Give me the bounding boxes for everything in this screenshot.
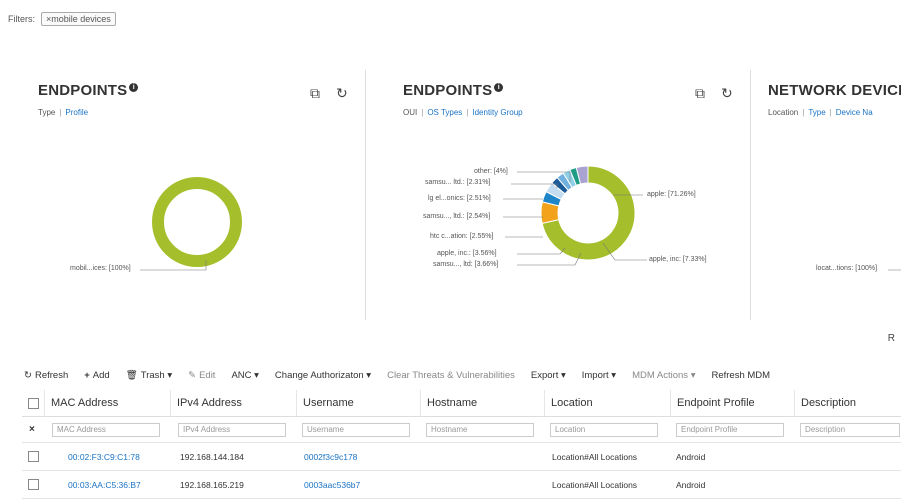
column-header-endpoint-profile[interactable]: Endpoint Profile [670,390,794,416]
column-header-location[interactable]: Location [544,390,670,416]
ipv4-cell: 192.168.165.219 [180,479,244,490]
anc-dropdown[interactable]: ANC ▾ [231,370,258,381]
network-device-dashlet: NETWORK DEVICE Location | Type | Device Na l… [750,70,901,320]
add-button[interactable]: + Add [84,370,109,381]
change-authorization-dropdown[interactable]: Change Authorizaton ▾ [275,370,371,381]
column-header-username[interactable]: Username [296,390,420,416]
donut-chart [140,177,242,271]
refresh-mdm-button[interactable]: Refresh MDM [711,370,770,381]
slice-label-samsung-3: samsu..., ltd: [3.66%] [433,261,499,268]
donut-slices [152,177,242,267]
edit-button[interactable]: ✎ Edit [188,370,215,381]
location-cell: Location#All Locations [552,451,638,462]
filter-username[interactable]: Username [302,417,410,442]
slice-label-samsung-2: samsu..., ltd.: [2.54%] [423,213,491,220]
refresh-icon: ↻ [24,369,32,381]
import-dropdown[interactable]: Import ▾ [582,370,616,381]
row-checkbox[interactable] [28,471,39,498]
donut-slices [540,165,636,261]
row-checkbox[interactable] [28,443,39,470]
export-dropdown[interactable]: Export ▾ [531,370,566,381]
endpoints-table: MAC Address IPv4 Address Username Hostna… [22,390,901,499]
trash-icon: 🗑 [125,369,138,381]
table-row[interactable]: 00:02:F3:C9:C1:78 192.168.144.184 0002f3… [22,443,901,471]
slice-label-htc: htc c...ation: [2.55%] [430,233,494,240]
trash-button[interactable]: 🗑 Trash ▾ [126,370,172,381]
refresh-button[interactable]: ↻ Refresh [24,370,68,381]
clear-threats-button[interactable]: Clear Threats & Vulnerabilities [387,370,515,381]
filter-row: × MAC Address IPv4 Address Username Host… [22,417,901,443]
location-cell: Location#All Locations [552,479,638,490]
slice-label-other: other: [4%] [474,168,508,175]
filter-location[interactable]: Location [550,417,658,442]
username-link[interactable]: 0003aac536b7 [304,471,360,498]
filter-mac[interactable]: MAC Address [52,417,160,442]
donut-chart [888,269,901,271]
endpoints-type-dashlet: ENDPOINTS i Type | Profile ⧉ ↻ mobil...ices… [20,70,365,320]
donut-slice-mobil-ices[interactable] [152,177,242,267]
select-all-checkbox[interactable] [22,390,44,416]
filter-endpoint-profile[interactable]: Endpoint Profile [676,417,784,442]
username-link[interactable]: 0002f3c9c178 [304,443,357,470]
ipv4-cell: 192.168.144.184 [180,451,244,462]
table-header-row: MAC Address IPv4 Address Username Hostna… [22,390,901,417]
slice-label-lg: lg el...onics: [2.51%] [428,195,491,202]
filter-chip-mobile-devices[interactable]: ×mobile devices [41,12,116,26]
filters-label: Filters: [8,14,35,24]
slice-label-apple-inc-2: apple, inc.: [3.56%] [437,250,497,257]
clear-filter-icon[interactable]: × [29,417,35,442]
slice-label: mobil...ices: [100%] [70,265,131,272]
profile-cell: Android [676,479,706,490]
filter-hostname[interactable]: Hostname [426,417,534,442]
slice-label-samsung-1: samsu... ltd.: [2.31%] [425,179,491,186]
filter-description[interactable]: Description [800,417,900,442]
column-header-description[interactable]: Description [794,390,901,416]
filters-bar: Filters: ×mobile devices [8,12,116,26]
dashlets-area: ENDPOINTS i Type | Profile ⧉ ↻ mobil...ices… [20,70,901,330]
column-header-ipv4[interactable]: IPv4 Address [170,390,296,416]
plus-icon: + [84,369,90,381]
table-row[interactable]: 00:03:AA:C5:36:B7 192.168.165.219 0003aa… [22,471,901,499]
slice-label-apple: apple: [71.26%] [647,191,696,198]
slice-label-apple-inc: apple, inc: [7.33%] [649,256,707,263]
mdm-actions-dropdown[interactable]: MDM Actions ▾ [632,370,695,381]
mac-link[interactable]: 00:03:AA:C5:36:B7 [68,471,141,498]
filter-ipv4[interactable]: IPv4 Address [178,417,286,442]
truncated-text: R [887,333,895,344]
mac-link[interactable]: 00:02:F3:C9:C1:78 [68,443,140,470]
divider [365,70,366,320]
column-header-hostname[interactable]: Hostname [420,390,544,416]
column-header-mac[interactable]: MAC Address [44,390,170,416]
slice-label: locat...tions: [100%] [816,265,878,272]
profile-cell: Android [676,451,706,462]
endpoints-toolbar: ↻ Refresh + Add 🗑 Trash ▾ ✎ Edit ANC ▾ Chang… [24,366,901,384]
endpoints-oui-dashlet: ENDPOINTS i OUI | OS Types | Identity Group ⧉… [385,70,745,320]
edit-icon: ✎ [188,369,197,381]
